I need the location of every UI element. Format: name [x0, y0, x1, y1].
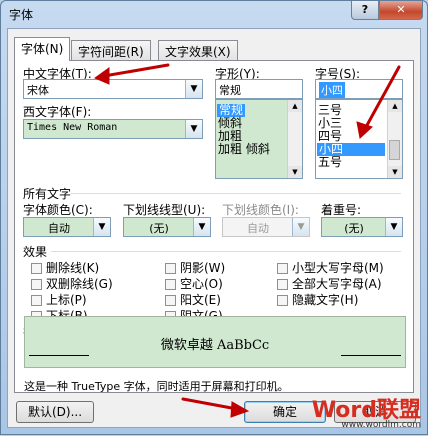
chinese-font-value: 宋体	[27, 84, 49, 97]
strikethrough-checkbox[interactable]: 删除线(K)	[31, 259, 99, 276]
underline-color-combo: 自动 ▼	[222, 217, 310, 237]
preview-sample-text: 微软卓越 AaBbCc	[160, 338, 270, 353]
tab-character-spacing[interactable]: 字符间距(R)	[71, 40, 151, 60]
superscript-checkbox[interactable]: 上标(P)	[31, 291, 87, 308]
small-caps-checkbox[interactable]: 小型大写字母(M)	[277, 259, 384, 276]
emboss-checkbox[interactable]: 阳文(E)	[165, 291, 221, 308]
chevron-down-icon[interactable]: ▼	[185, 120, 202, 138]
western-font-label: 西文字体(F):	[23, 105, 92, 119]
checkbox-box[interactable]	[31, 263, 42, 274]
checkbox-label: 空心(O)	[180, 277, 223, 291]
size-value: 小四	[319, 82, 345, 98]
size-option[interactable]: 五号	[318, 156, 342, 169]
western-font-value: Times New Roman	[27, 122, 118, 133]
emphasis-value: (无)	[344, 222, 364, 235]
scroll-up-icon[interactable]: ▲	[388, 100, 402, 112]
help-button[interactable]: ?	[351, 1, 379, 20]
section-divider	[71, 193, 401, 194]
chevron-down-icon[interactable]: ▼	[185, 80, 202, 98]
preview-baseline	[341, 355, 401, 356]
font-dialog-window: 字体 ? ✕ 字体(N) 字符间距(R) 文字效果(X) 中文字体(T): 宋体…	[0, 0, 428, 435]
style-input[interactable]: 常规	[215, 79, 303, 99]
double-strikethrough-checkbox[interactable]: 双删除线(G)	[31, 275, 113, 292]
size-input[interactable]: 小四	[315, 79, 403, 99]
checkbox-box[interactable]	[277, 263, 288, 274]
scroll-down-icon[interactable]: ▼	[288, 166, 302, 178]
style-scrollbar[interactable]: ▲ ▼	[287, 100, 302, 178]
title-bar[interactable]: 字体 ? ✕	[1, 1, 427, 27]
checkbox-label: 全部大写字母(A)	[292, 277, 382, 291]
checkbox-label: 阴影(W)	[180, 261, 226, 275]
dialog-client-area: 字体(N) 字符间距(R) 文字效果(X) 中文字体(T): 宋体 ▼ 西文字体…	[7, 28, 421, 428]
tab-font[interactable]: 字体(N)	[14, 37, 71, 61]
scroll-down-icon[interactable]: ▼	[388, 166, 402, 178]
chevron-down-icon[interactable]: ▼	[385, 218, 402, 236]
underline-style-label: 下划线线型(U):	[123, 203, 206, 217]
watermark-logo: Word联盟 www.wordlm.com	[312, 392, 421, 430]
chinese-font-combo[interactable]: 宋体 ▼	[23, 79, 203, 99]
checkbox-box[interactable]	[277, 279, 288, 290]
scroll-up-icon[interactable]: ▲	[288, 100, 302, 112]
checkbox-label: 删除线(K)	[46, 261, 100, 275]
scroll-thumb[interactable]	[389, 140, 400, 160]
font-color-label: 字体颜色(C):	[23, 203, 93, 217]
checkbox-box[interactable]	[277, 295, 288, 306]
default-button[interactable]: 默认(D)...	[16, 401, 94, 423]
underline-style-combo[interactable]: (无) ▼	[123, 217, 211, 237]
underline-style-value: (无)	[149, 222, 169, 235]
checkbox-label: 双删除线(G)	[46, 277, 113, 291]
checkbox-box[interactable]	[31, 279, 42, 290]
style-option-bold-italic[interactable]: 加粗 倾斜	[218, 143, 270, 156]
close-button[interactable]: ✕	[379, 1, 423, 20]
checkbox-box[interactable]	[165, 263, 176, 274]
emphasis-combo[interactable]: (无) ▼	[321, 217, 403, 237]
preview-baseline	[29, 355, 89, 356]
all-caps-checkbox[interactable]: 全部大写字母(A)	[277, 275, 382, 292]
checkbox-label: 小型大写字母(M)	[292, 261, 384, 275]
emphasis-label: 着重号:	[321, 203, 362, 217]
effects-section-label: 效果	[23, 245, 48, 259]
chevron-down-icon[interactable]: ▼	[93, 218, 110, 236]
style-value: 常规	[219, 84, 241, 97]
western-font-combo[interactable]: Times New Roman ▼	[23, 119, 203, 139]
font-color-value: 自动	[48, 222, 70, 235]
size-listbox[interactable]: 三号 小三 四号 小四 五号 ▲ ▼	[315, 99, 403, 179]
shadow-checkbox[interactable]: 阴影(W)	[165, 259, 225, 276]
checkbox-label: 阳文(E)	[180, 293, 221, 307]
window-title: 字体	[9, 8, 34, 22]
section-divider	[51, 251, 401, 252]
style-listbox[interactable]: 常规 倾斜 加粗 加粗 倾斜 ▲ ▼	[215, 99, 303, 179]
preview-box: 微软卓越 AaBbCc	[24, 316, 406, 368]
font-info-text: 这是一种 TrueType 字体，同时适用于屏幕和打印机。	[24, 380, 289, 393]
all-text-section-label: 所有文字	[23, 187, 72, 201]
checkbox-box[interactable]	[165, 279, 176, 290]
tab-text-effects[interactable]: 文字效果(X)	[158, 40, 238, 60]
underline-color-value: 自动	[247, 222, 269, 235]
chevron-down-icon: ▼	[292, 218, 309, 236]
checkbox-box[interactable]	[31, 295, 42, 306]
underline-color-label: 下划线颜色(I):	[222, 203, 299, 217]
checkbox-label: 上标(P)	[46, 293, 87, 307]
size-scrollbar[interactable]: ▲ ▼	[387, 100, 402, 178]
outline-checkbox[interactable]: 空心(O)	[165, 275, 223, 292]
checkbox-label: 隐藏文字(H)	[292, 293, 359, 307]
hidden-text-checkbox[interactable]: 隐藏文字(H)	[277, 291, 358, 308]
checkbox-box[interactable]	[165, 295, 176, 306]
font-color-combo[interactable]: 自动 ▼	[23, 217, 111, 237]
chevron-down-icon[interactable]: ▼	[193, 218, 210, 236]
